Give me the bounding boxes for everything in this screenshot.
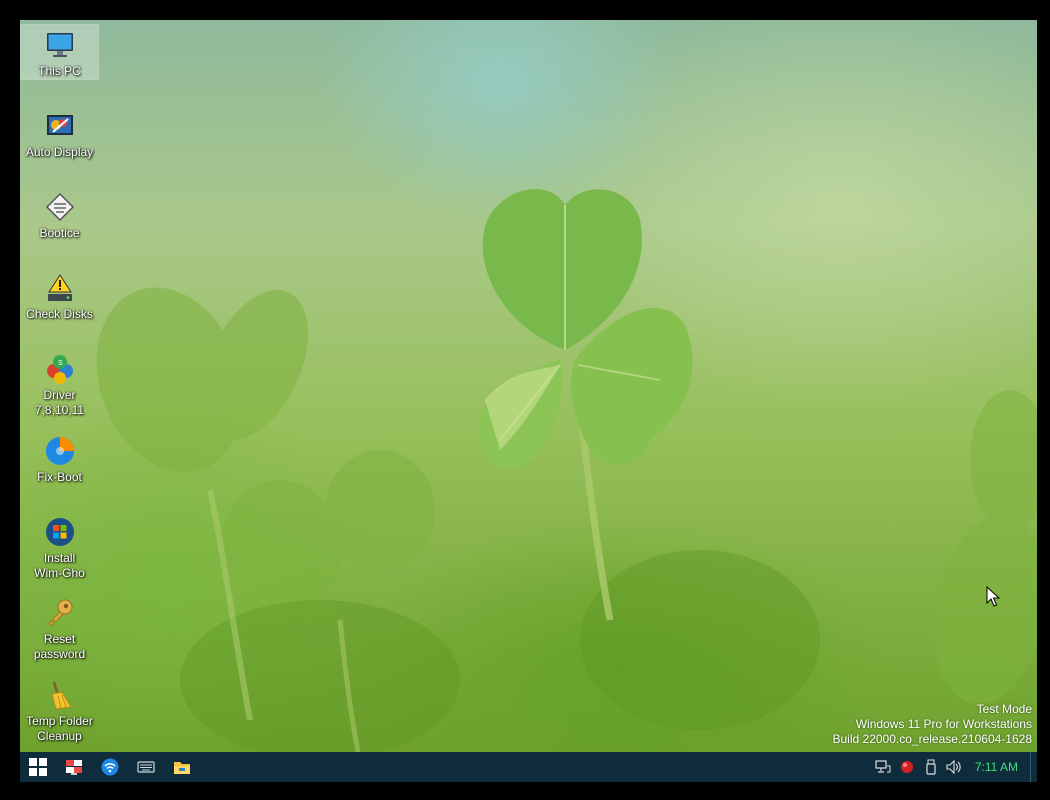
desktop-icon-bootice[interactable]: Bootice <box>21 187 98 241</box>
desktop-icon-label: This PC <box>38 64 81 78</box>
wifi-icon <box>101 758 119 776</box>
mouse-cursor-icon <box>986 586 1000 607</box>
desktop-icon-install-wim-gho[interactable]: Install Wim-Gho <box>21 512 98 581</box>
wifi-button[interactable] <box>92 752 128 782</box>
network-tool-icon <box>66 760 82 775</box>
broom-icon <box>50 681 72 710</box>
network-icon <box>875 760 891 773</box>
svg-text:S: S <box>58 360 63 367</box>
watermark-line: Windows 11 Pro for Workstations <box>855 717 1032 731</box>
windows-orb-icon <box>45 518 74 546</box>
desktop-icon-auto-display[interactable]: Auto Display <box>21 106 98 160</box>
clover-wallpaper-art <box>96 188 1037 752</box>
desktop-icon-label: Auto Display <box>25 145 94 159</box>
network-tool-button[interactable] <box>56 752 92 782</box>
monitor-icon <box>46 33 73 57</box>
app-tray-icon <box>900 761 913 773</box>
test-mode-watermark: Test Mode Windows 11 Pro for Workstation… <box>833 702 1033 747</box>
disk-warning-icon <box>47 274 72 301</box>
tray-network[interactable] <box>871 752 895 782</box>
tray-volume[interactable] <box>943 752 967 782</box>
system-tray: 7:11 AM <box>871 752 1037 782</box>
bootice-icon <box>45 192 74 222</box>
start-icon <box>29 758 47 776</box>
desktop-icon-label: Install Wim-Gho <box>34 551 85 580</box>
desktop-icon-label: Reset password <box>33 632 86 661</box>
key-icon <box>47 599 72 627</box>
keyboard-button[interactable] <box>128 752 164 782</box>
desktop-icon-check-disks[interactable]: Check Disks <box>21 268 98 322</box>
desktop-icon-fix-boot[interactable]: Fix-Boot <box>21 431 98 485</box>
desktop-screen: This PC Auto Display Bootice Check Disks… <box>20 20 1037 782</box>
taskbar-clock[interactable]: 7:11 AM <box>967 752 1030 782</box>
desktop-icon-temp-folder-cleanup[interactable]: Temp Folder Cleanup <box>21 675 98 744</box>
volume-icon <box>946 760 961 774</box>
desktop-icon-label: Bootice <box>39 226 80 240</box>
driver-icon: S <box>46 355 73 384</box>
desktop-icon-label: Check Disks <box>26 307 93 321</box>
start-button[interactable] <box>20 752 56 782</box>
watermark-line: Build 22000.co_release.210604-1628 <box>832 732 1033 746</box>
file-explorer-button[interactable] <box>164 752 200 782</box>
desktop-icon-reset-password[interactable]: Reset password <box>21 593 98 662</box>
show-desktop-button[interactable] <box>1030 752 1037 782</box>
watermark-line: Test Mode <box>976 702 1032 716</box>
keyboard-icon <box>137 761 155 773</box>
desktop-icon-label: Driver 7,8,10,11 <box>34 388 85 417</box>
desktop-wallpaper <box>20 20 1037 752</box>
fix-boot-icon <box>45 437 74 465</box>
desktop-icon-driver[interactable]: S Driver 7,8,10,11 <box>21 349 98 418</box>
usb-icon <box>926 759 936 775</box>
desktop-icon-label: Temp Folder Cleanup <box>26 714 93 743</box>
taskbar: 7:11 AM <box>20 752 1037 782</box>
desktop-icon-this-pc[interactable]: This PC <box>20 24 99 80</box>
display-settings-icon <box>46 115 73 135</box>
tray-app[interactable] <box>895 752 919 782</box>
desktop-icon-label: Fix-Boot <box>37 470 82 484</box>
tray-usb[interactable] <box>919 752 943 782</box>
file-explorer-icon <box>174 762 190 774</box>
